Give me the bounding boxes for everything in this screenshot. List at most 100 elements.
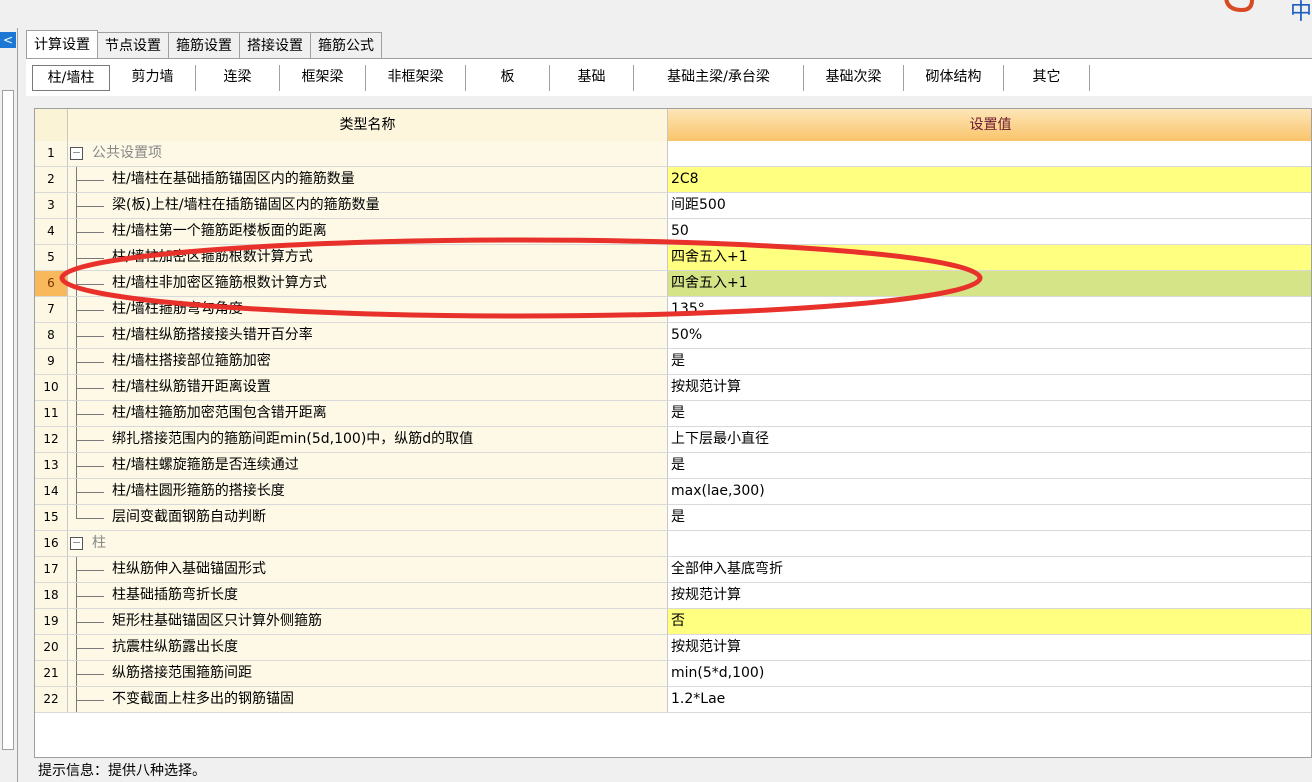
table-row[interactable]: 11 柱/墙柱箍筋加密范围包含错开距离 是 [35, 401, 1311, 427]
setting-value-cell[interactable]: 1.2*Lae [668, 687, 1311, 712]
tab-secondary-2[interactable]: 连梁 [196, 65, 280, 91]
table-row[interactable]: 21 纵筋搭接范围箍筋间距 min(5*d,100) [35, 661, 1311, 687]
type-name-cell: 柱/墙柱圆形箍筋的搭接长度 [68, 479, 668, 504]
type-name-label: 柱/墙柱纵筋错开距离设置 [112, 379, 271, 395]
table-row[interactable]: 16− 柱 [35, 531, 1311, 557]
group-name-cell: − 公共设置项 [68, 141, 668, 166]
setting-value-cell[interactable]: 上下层最小直径 [668, 427, 1311, 452]
collapse-panel-button[interactable]: < [0, 32, 16, 48]
setting-value-cell[interactable]: 否 [668, 609, 1311, 634]
type-name-cell: 柱/墙柱螺旋箍筋是否连续通过 [68, 453, 668, 478]
row-number: 6 [35, 271, 68, 296]
tree-connector [76, 648, 104, 649]
row-number: 3 [35, 193, 68, 218]
table-row[interactable]: 12 绑扎搭接范围内的箍筋间距min(5d,100)中，纵筋d的取值 上下层最小直径 [35, 427, 1311, 453]
tab-primary-4[interactable]: 箍筋公式 [310, 32, 382, 58]
tab-primary-0[interactable]: 计算设置 [26, 30, 98, 58]
row-number: 16 [35, 531, 68, 556]
tree-connector [76, 232, 104, 233]
tab-primary-2[interactable]: 箍筋设置 [168, 32, 240, 58]
table-row[interactable]: 10 柱/墙柱纵筋错开距离设置 按规范计算 [35, 375, 1311, 401]
table-row[interactable]: 22 不变截面上柱多出的钢筋锚固 1.2*Lae [35, 687, 1311, 713]
type-name-label: 柱/墙柱箍筋加密范围包含错开距离 [112, 405, 327, 421]
table-row[interactable]: 14 柱/墙柱圆形箍筋的搭接长度 max(lae,300) [35, 479, 1311, 505]
setting-value-cell[interactable]: 全部伸入基底弯折 [668, 557, 1311, 582]
type-name-cell: 柱/墙柱搭接部位箍筋加密 [68, 349, 668, 374]
tab-primary-1[interactable]: 节点设置 [97, 32, 169, 58]
table-row[interactable]: 3 梁(板)上柱/墙柱在插筋锚固区内的箍筋数量 间距500 [35, 193, 1311, 219]
tab-secondary-3[interactable]: 框架梁 [280, 65, 366, 91]
tab-secondary-6[interactable]: 基础 [550, 65, 634, 91]
tab-secondary-9[interactable]: 砌体结构 [904, 65, 1004, 91]
table-row[interactable]: 17 柱纵筋伸入基础锚固形式 全部伸入基底弯折 [35, 557, 1311, 583]
setting-value-cell[interactable]: 50 [668, 219, 1311, 244]
row-number: 19 [35, 609, 68, 634]
table-row[interactable]: 1− 公共设置项 [35, 141, 1311, 167]
setting-value-cell[interactable]: 按规范计算 [668, 635, 1311, 660]
table-row[interactable]: 2 柱/墙柱在基础插筋锚固区内的箍筋数量 2C8 [35, 167, 1311, 193]
setting-value-cell[interactable]: 是 [668, 505, 1311, 530]
collapse-group-icon[interactable]: − [70, 537, 83, 550]
table-row[interactable]: 5 柱/墙柱加密区箍筋根数计算方式 四舍五入+1 [35, 245, 1311, 271]
tab-secondary-10[interactable]: 其它 [1004, 65, 1090, 91]
type-name-cell: 柱/墙柱加密区箍筋根数计算方式 [68, 245, 668, 270]
type-name-label: 柱/墙柱加密区箍筋根数计算方式 [112, 249, 313, 265]
type-name-label: 柱纵筋伸入基础锚固形式 [112, 561, 266, 577]
setting-value-cell[interactable]: 是 [668, 453, 1311, 478]
tab-secondary-8[interactable]: 基础次梁 [804, 65, 904, 91]
row-number: 15 [35, 505, 68, 530]
left-panel-scroll[interactable] [2, 90, 14, 750]
type-name-label: 纵筋搭接范围箍筋间距 [112, 665, 252, 681]
tab-secondary-5[interactable]: 板 [466, 65, 550, 91]
row-number: 9 [35, 349, 68, 374]
tab-secondary-7[interactable]: 基础主梁/承台梁 [634, 65, 804, 91]
row-number: 10 [35, 375, 68, 400]
collapse-group-icon[interactable]: − [70, 147, 83, 160]
setting-value-cell[interactable]: 50% [668, 323, 1311, 348]
setting-value-cell[interactable] [668, 531, 1311, 556]
table-row[interactable]: 18 柱基础插筋弯折长度 按规范计算 [35, 583, 1311, 609]
table-row[interactable]: 13 柱/墙柱螺旋箍筋是否连续通过 是 [35, 453, 1311, 479]
tab-secondary-0[interactable]: 柱/墙柱 [32, 65, 110, 91]
table-row[interactable]: 9 柱/墙柱搭接部位箍筋加密 是 [35, 349, 1311, 375]
logo-text: 中 [1289, 0, 1312, 25]
table-row[interactable]: 4 柱/墙柱第一个箍筋距楼板面的距离 50 [35, 219, 1311, 245]
tree-connector [76, 388, 104, 389]
type-name-cell: 柱/墙柱纵筋错开距离设置 [68, 375, 668, 400]
type-name-cell: 柱/墙柱在基础插筋锚固区内的箍筋数量 [68, 167, 668, 192]
row-number: 22 [35, 687, 68, 712]
row-number: 4 [35, 219, 68, 244]
setting-value-cell[interactable]: max(lae,300) [668, 479, 1311, 504]
tree-connector [76, 518, 104, 519]
type-name-label: 矩形柱基础锚固区只计算外侧箍筋 [112, 613, 322, 629]
setting-value-cell[interactable]: 135° [668, 297, 1311, 322]
setting-value-cell[interactable]: 间距500 [668, 193, 1311, 218]
setting-value-cell[interactable]: 2C8 [668, 167, 1311, 192]
table-row[interactable]: 8 柱/墙柱纵筋搭接接头错开百分率 50% [35, 323, 1311, 349]
tab-primary-3[interactable]: 搭接设置 [239, 32, 311, 58]
primary-tabs: 计算设置 节点设置 箍筋设置 搭接设置 箍筋公式 [26, 30, 382, 58]
row-number: 17 [35, 557, 68, 582]
table-row[interactable]: 19 矩形柱基础锚固区只计算外侧箍筋 否 [35, 609, 1311, 635]
table-row[interactable]: 20 抗震柱纵筋露出长度 按规范计算 [35, 635, 1311, 661]
table-row[interactable]: 7 柱/墙柱箍筋弯勾角度 135° [35, 297, 1311, 323]
header-type-name: 类型名称 [68, 109, 668, 141]
setting-value-cell[interactable]: min(5*d,100) [668, 661, 1311, 686]
setting-value-cell[interactable] [668, 141, 1311, 166]
row-number: 18 [35, 583, 68, 608]
setting-value-cell[interactable]: 按规范计算 [668, 375, 1311, 400]
table-row[interactable]: 6 柱/墙柱非加密区箍筋根数计算方式 四舍五入+1 [35, 271, 1311, 297]
setting-value-cell[interactable]: 是 [668, 401, 1311, 426]
type-name-label: 梁(板)上柱/墙柱在插筋锚固区内的箍筋数量 [112, 197, 380, 213]
setting-value-cell[interactable]: 是 [668, 349, 1311, 374]
type-name-label: 柱/墙柱非加密区箍筋根数计算方式 [112, 275, 327, 291]
row-number: 5 [35, 245, 68, 270]
tab-secondary-1[interactable]: 剪力墙 [110, 65, 196, 91]
tab-secondary-4[interactable]: 非框架梁 [366, 65, 466, 91]
setting-value-cell[interactable]: 按规范计算 [668, 583, 1311, 608]
table-row[interactable]: 15 层间变截面钢筋自动判断 是 [35, 505, 1311, 531]
setting-value-cell[interactable]: 四舍五入+1 [668, 245, 1311, 270]
setting-value-cell[interactable]: 四舍五入+1 [668, 271, 1311, 296]
type-name-cell: 抗震柱纵筋露出长度 [68, 635, 668, 660]
tree-connector [76, 596, 104, 597]
